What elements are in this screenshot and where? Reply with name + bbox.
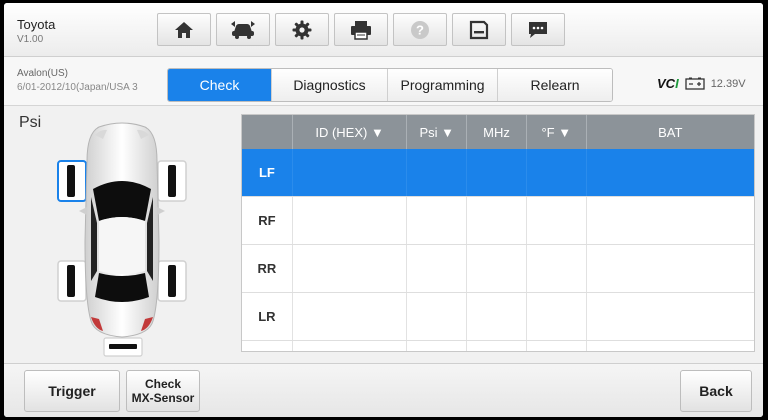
table-row-rr[interactable]: RR [242,245,754,293]
top-bar: Toyota V1.00 ? [4,3,763,57]
toolbar: ? [157,13,570,46]
settings-button[interactable] [275,13,329,46]
cell-temperature [527,293,587,340]
cell-empty [407,341,468,351]
print-icon [351,20,371,40]
vehicle-model: Avalon(US) [17,68,68,79]
battery-icon [685,77,705,90]
vci-label: VCI [657,76,679,91]
column-header-battery: BAT [658,124,683,140]
cell-temperature [527,197,587,244]
print-button[interactable] [334,13,388,46]
tab-programming[interactable]: Programming [388,69,498,101]
cell-battery [587,197,754,244]
app-window: Toyota V1.00 ? Avalon(US) 6/01-2012/10(J… [4,3,763,417]
cell-psi [407,197,468,244]
cell-empty [527,341,587,351]
message-icon [529,21,547,38]
column-header-psi[interactable]: Psi ▼ [407,115,468,149]
column-header-mhz: MHz [467,115,527,149]
check-mx-sensor-button[interactable]: Check MX-Sensor [126,370,200,412]
vehicle-swap-icon [231,20,255,39]
trigger-button[interactable]: Trigger [24,370,120,412]
cell-mhz [467,197,527,244]
svg-text:?: ? [416,22,424,37]
tire-lr[interactable] [57,260,87,302]
message-button[interactable] [511,13,565,46]
vehicle-top-view [57,122,187,357]
tab-check[interactable]: Check [168,69,272,101]
save-button[interactable] [452,13,506,46]
check-button-label-line2: MX-Sensor [131,391,195,405]
table-row-lr[interactable]: LR [242,293,754,341]
cell-id [293,197,408,244]
home-icon [175,21,193,38]
tire-rr[interactable] [157,260,187,302]
table-header: ID (HEX) ▼ Psi ▼ MHz °F ▼ BAT [242,115,754,149]
cell-temperature [527,149,587,196]
row-label: RF [242,197,293,244]
vehicle-years: 6/01-2012/10(Japan/USA 3 [17,82,138,93]
row-label: RR [242,245,293,292]
cell-battery [587,293,754,340]
cell-psi [407,149,468,196]
vehicle-make: Toyota [17,17,56,32]
software-version: V1.00 [17,34,44,45]
cell-battery [587,245,754,292]
cell-battery [587,149,754,196]
check-button-label-line1: Check [144,377,182,391]
cell-id [293,245,408,292]
tire-lf[interactable] [57,160,87,202]
back-button-label: Back [699,383,733,399]
help-button[interactable]: ? [393,13,447,46]
tab-relearn[interactable]: Relearn [498,69,612,101]
cell-id [293,149,408,196]
settings-gear-icon [292,20,312,39]
cell-psi [407,293,468,340]
cell-id [293,293,408,340]
back-button[interactable]: Back [680,370,752,412]
cell-empty [587,341,754,351]
cell-mhz [467,149,527,196]
column-header-id[interactable]: ID (HEX) ▼ [293,115,408,149]
vehicle-info-bar: Avalon(US) 6/01-2012/10(Japan/USA 3 Chec… [4,57,763,106]
cell-mhz [467,293,527,340]
bottom-bar: Trigger Check MX-Sensor Back [4,363,763,417]
cell-empty [293,341,408,351]
tire-rf[interactable] [157,160,187,202]
row-label: LR [242,293,293,340]
help-icon: ? [411,20,429,39]
vehicle-swap-button[interactable] [216,13,270,46]
column-header-wheel [242,115,293,149]
column-header-temperature[interactable]: °F ▼ [527,115,587,149]
tpms-sensor-table: ID (HEX) ▼ Psi ▼ MHz °F ▼ BAT LF RF RR L… [241,114,755,352]
tire-spare[interactable] [103,337,143,357]
table-row-rf[interactable]: RF [242,197,754,245]
function-tabs: Check Diagnostics Programming Relearn [167,68,613,102]
battery-voltage: 12.39V [710,77,746,90]
row-label: LF [242,149,293,196]
cell-temperature [527,245,587,292]
save-icon [469,20,489,39]
table-row-empty [242,341,754,351]
cell-psi [407,245,468,292]
tab-diagnostics[interactable]: Diagnostics [272,69,388,101]
cell-empty [242,341,293,351]
cell-empty [467,341,527,351]
vci-status: VCI 12.39V [657,76,746,91]
pressure-unit-label: Psi [19,114,42,131]
home-button[interactable] [157,13,211,46]
trigger-button-label: Trigger [48,383,96,399]
table-row-lf[interactable]: LF [242,149,754,197]
cell-mhz [467,245,527,292]
